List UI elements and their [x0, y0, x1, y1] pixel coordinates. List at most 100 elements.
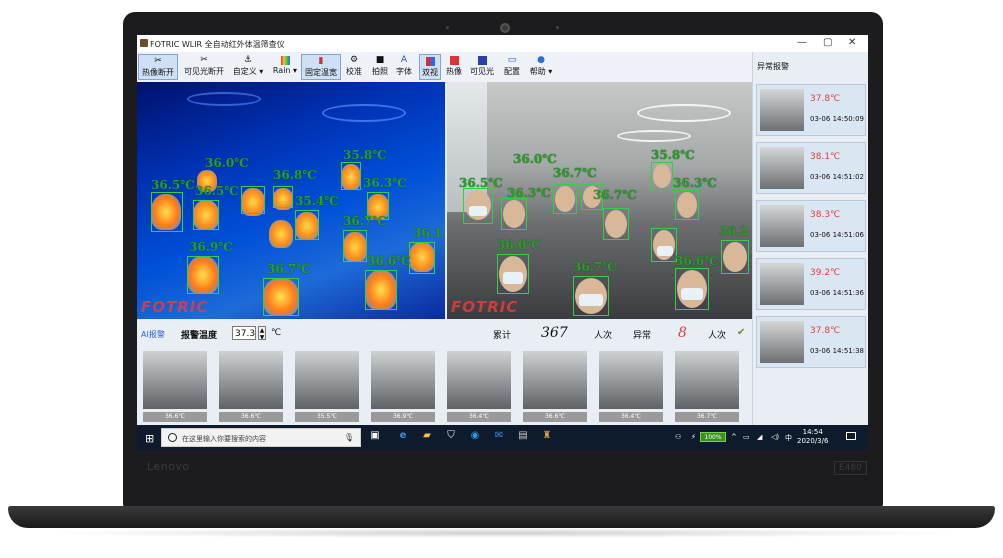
temp-label: 36.3℃: [673, 176, 717, 190]
microphone-icon[interactable]: 🎙: [344, 433, 354, 442]
file-explorer-icon[interactable]: ▰: [421, 430, 433, 442]
alarm-snapshot: [760, 321, 804, 363]
capture-temp: 36.4℃: [447, 412, 511, 422]
face-box: [263, 278, 299, 316]
font-button[interactable]: A 字体: [393, 54, 415, 80]
window-title: FOTRIC WLIR 全自动红外体温筛查仪: [150, 40, 285, 49]
fotric-app-icon[interactable]: ♜: [541, 430, 553, 442]
range-icon: ▮: [318, 56, 324, 66]
chevron-up-icon[interactable]: ^: [731, 433, 737, 441]
capture-item[interactable]: 36.7℃: [673, 349, 741, 423]
alarm-threshold-input[interactable]: 37.3: [232, 326, 256, 340]
face-box: [573, 276, 609, 316]
calibrate-button[interactable]: ⚙ 校准: [343, 54, 365, 80]
threshold-spinner[interactable]: ▲ ▼: [258, 326, 266, 341]
capture-item[interactable]: 36.9℃: [369, 349, 437, 423]
clear-icon[interactable]: ✔: [737, 327, 745, 338]
laptop-base: [8, 506, 995, 528]
capture-image: [295, 351, 359, 409]
app-icon[interactable]: ▤: [517, 430, 529, 442]
thermal-view-button[interactable]: 热像: [443, 54, 465, 80]
store-icon[interactable]: ⛉: [445, 430, 457, 442]
temp-label: 36.5℃: [151, 178, 195, 192]
ceiling-light: [637, 104, 731, 122]
app-icon: [140, 39, 148, 47]
face-box: [651, 162, 673, 190]
toolbar: ✂ 热像断开 ✂ 可见光断开 ⚓ 自定义 ▾ Rain ▾ ▮ 固定温宽 ⚙ 校…: [137, 52, 752, 83]
snapshot-button[interactable]: ■ 拍照: [369, 54, 391, 80]
thermal-view[interactable]: 36.0℃ 35.8℃ 36.5℃ 36.5℃ 36.8℃ 36.3℃ 35.4…: [137, 82, 445, 319]
temp-label: 36.0℃: [513, 152, 557, 166]
visible-light-view[interactable]: 36.0℃ 35.8℃ 36.5℃ 36.7℃ 36.3℃ 36.7℃ 36.3…: [447, 82, 752, 319]
alarm-time: 03-06 14:51:02: [810, 173, 865, 181]
alarm-entry[interactable]: 38.1℃ 03-06 14:51:02: [756, 142, 866, 194]
model-badge: E480: [834, 461, 867, 475]
notification-icon[interactable]: [846, 432, 856, 440]
people-icon[interactable]: ⚇: [675, 433, 681, 441]
ime-indicator[interactable]: 中: [785, 433, 792, 443]
alarm-time: 03-06 14:50:09: [810, 115, 865, 123]
mail-icon[interactable]: ✉: [493, 430, 505, 442]
face-box: [675, 268, 709, 310]
minimize-button[interactable]: —: [797, 37, 807, 48]
face-box: [273, 186, 293, 208]
wifi-icon[interactable]: ◢: [757, 433, 762, 441]
capture-item[interactable]: 36.4℃: [597, 349, 665, 423]
toolbar-label: 热像断开: [142, 68, 174, 77]
system-clock[interactable]: 14:54 2020/3/6: [797, 428, 828, 446]
disconnect-icon: ✂: [200, 55, 208, 65]
face-box: [187, 256, 219, 294]
thermal-disconnect-button[interactable]: ✂ 热像断开: [138, 54, 178, 80]
brand-logo: Lenovo: [147, 460, 190, 473]
toolbar-label: 可见光断开: [184, 67, 224, 76]
face-box: [241, 186, 265, 214]
toolbar-label: 配置: [504, 67, 520, 76]
clock-date: 2020/3/6: [797, 437, 829, 445]
alarm-entry[interactable]: 38.3℃ 03-06 14:51:06: [756, 200, 866, 252]
capture-item[interactable]: 36.6℃: [521, 349, 589, 423]
browser-icon[interactable]: ◉: [469, 430, 481, 442]
capture-item[interactable]: 36.6℃: [217, 349, 285, 423]
custom-dropdown[interactable]: ⚓ 自定义 ▾: [231, 54, 265, 80]
help-dropdown[interactable]: ● 帮助 ▾: [526, 54, 556, 80]
fixed-range-button[interactable]: ▮ 固定温宽: [301, 54, 341, 80]
title-bar: FOTRIC WLIR 全自动红外体温筛查仪 — ▢ ✕: [137, 35, 868, 53]
maximize-button[interactable]: ▢: [823, 37, 832, 48]
close-button[interactable]: ✕: [848, 37, 856, 48]
temp-label: 35.8℃: [343, 148, 387, 162]
task-view-icon[interactable]: ▣: [369, 430, 381, 442]
visible-disconnect-button[interactable]: ✂ 可见光断开: [180, 54, 228, 80]
status-bar: AI报警 报警温度 37.3 ▲ ▼ ℃ 累计 367 人次 异常 8 人次 ✔: [137, 323, 752, 345]
alarm-entry[interactable]: 37.8℃ 03-06 14:51:38: [756, 316, 866, 368]
capture-item[interactable]: 36.6℃: [141, 349, 209, 423]
temp-label: 36.1: [413, 226, 443, 240]
face-box: [721, 240, 749, 274]
alarm-snapshot: [760, 205, 804, 247]
edge-icon[interactable]: e: [397, 430, 409, 442]
cumulative-count: 367: [541, 325, 568, 341]
face-box: [343, 230, 367, 262]
capture-item[interactable]: 36.4℃: [445, 349, 513, 423]
network-icon[interactable]: ▭: [743, 433, 750, 441]
ai-alarm-toggle[interactable]: AI报警: [141, 329, 165, 340]
toolbar-label: Rain: [272, 66, 291, 75]
fotric-watermark: FOTRIC: [141, 298, 209, 316]
temp-label: 36.3℃: [507, 186, 551, 200]
temp-label: 36.7℃: [343, 214, 387, 228]
power-plug-icon: ⚡: [691, 433, 696, 441]
taskbar-search[interactable]: 在这里输入你要搜索的内容 🎙: [161, 428, 361, 447]
battery-indicator[interactable]: 100%: [700, 432, 726, 442]
alarm-entry[interactable]: 39.2℃ 03-06 14:51:36: [756, 258, 866, 310]
windows-start-icon[interactable]: ⊞: [145, 432, 154, 445]
visible-view-button[interactable]: 可见光: [467, 54, 497, 80]
config-button[interactable]: ▭ 配置: [501, 54, 523, 80]
volume-icon[interactable]: ◁): [771, 433, 779, 441]
alarm-entry[interactable]: 37.8℃ 03-06 14:50:09: [756, 84, 866, 136]
face-box: [675, 190, 699, 220]
capture-image: [523, 351, 587, 409]
dual-view-button[interactable]: 双视: [419, 54, 441, 80]
capture-image: [371, 351, 435, 409]
capture-item[interactable]: 35.5℃: [293, 349, 361, 423]
alarm-time: 03-06 14:51:38: [810, 347, 865, 355]
palette-dropdown[interactable]: Rain ▾: [270, 54, 300, 80]
